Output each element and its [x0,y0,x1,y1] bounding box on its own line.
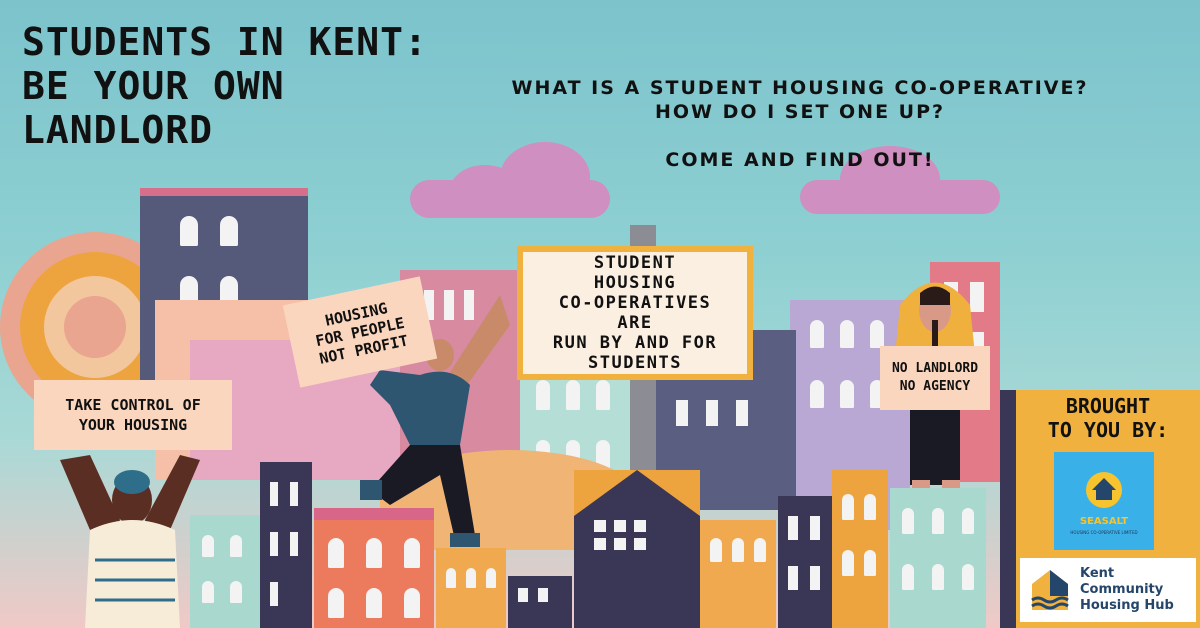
sign-landlord-line2: NO AGENCY [899,379,971,394]
sign-center-line3: CO-OPERATIVES [558,293,712,313]
main-title: STUDENTS IN KENT: BE YOUR OWN LANDLORD [22,20,428,152]
sign-take-control: TAKE CONTROL OF YOUR HOUSING [34,380,232,450]
seasalt-sub: HOUSING CO-OPERATIVE LIMITED [1070,530,1138,535]
main-title-line2: BE YOUR OWN [22,64,285,108]
kent-community-logo: Kent Community Housing Hub [1020,558,1196,622]
kent-line1: Kent [1080,566,1115,581]
kent-line3: Housing Hub [1080,598,1174,613]
sponsor-panel: BROUGHT TO YOU BY: SEASALT HOUSING CO-OP… [1000,390,1200,628]
poster-scene: STUDENTS IN KENT: BE YOUR OWN LANDLORD W… [0,0,1200,628]
question-line1: WHAT IS A STUDENT HOUSING CO-OPERATIVE? [511,77,1089,99]
kent-line2: Community [1080,582,1164,597]
brought-line1: BROUGHT [1065,394,1151,418]
person-left-illustration [60,455,200,628]
sign-center-line5: RUN BY AND FOR [552,333,718,353]
sign-center-line6: STUDENTS [588,353,682,373]
main-title-line3: LANDLORD [22,108,214,152]
seasalt-name: SEASALT [1079,516,1129,527]
sign-center-line2: HOUSING [593,273,677,293]
sun-house-icon [1086,472,1122,508]
sign-student-coops: STUDENT HOUSING CO-OPERATIVES ARE RUN BY… [517,246,753,380]
sign-no-landlord: NO LANDLORD NO AGENCY [880,346,990,410]
building-navy-small [508,576,572,628]
building-orange-small [436,548,506,628]
building-orange-mid [700,520,776,628]
house-waves-icon [1031,570,1069,610]
main-title-line1: STUDENTS IN KENT: [22,20,428,64]
sign-landlord-line1: NO LANDLORD [891,361,979,376]
seasalt-logo: SEASALT HOUSING CO-OPERATIVE LIMITED [1054,452,1154,550]
building-navy-right [778,496,832,628]
house-navy [574,470,700,628]
building-navy-tall [260,462,312,628]
question-line2: HOW DO I SET ONE UP? [654,101,946,123]
question-line3: COME AND FIND OUT! [665,149,935,171]
brought-line2: TO YOU BY: [1047,418,1169,442]
building-orange-right [832,470,888,628]
sign-center-line4: ARE [617,313,653,333]
building-mint-right [890,488,986,628]
sign-control-line2: YOUR HOUSING [78,416,188,434]
sign-control-line1: TAKE CONTROL OF [65,396,201,414]
sign-center-line1: STUDENT [593,253,677,273]
